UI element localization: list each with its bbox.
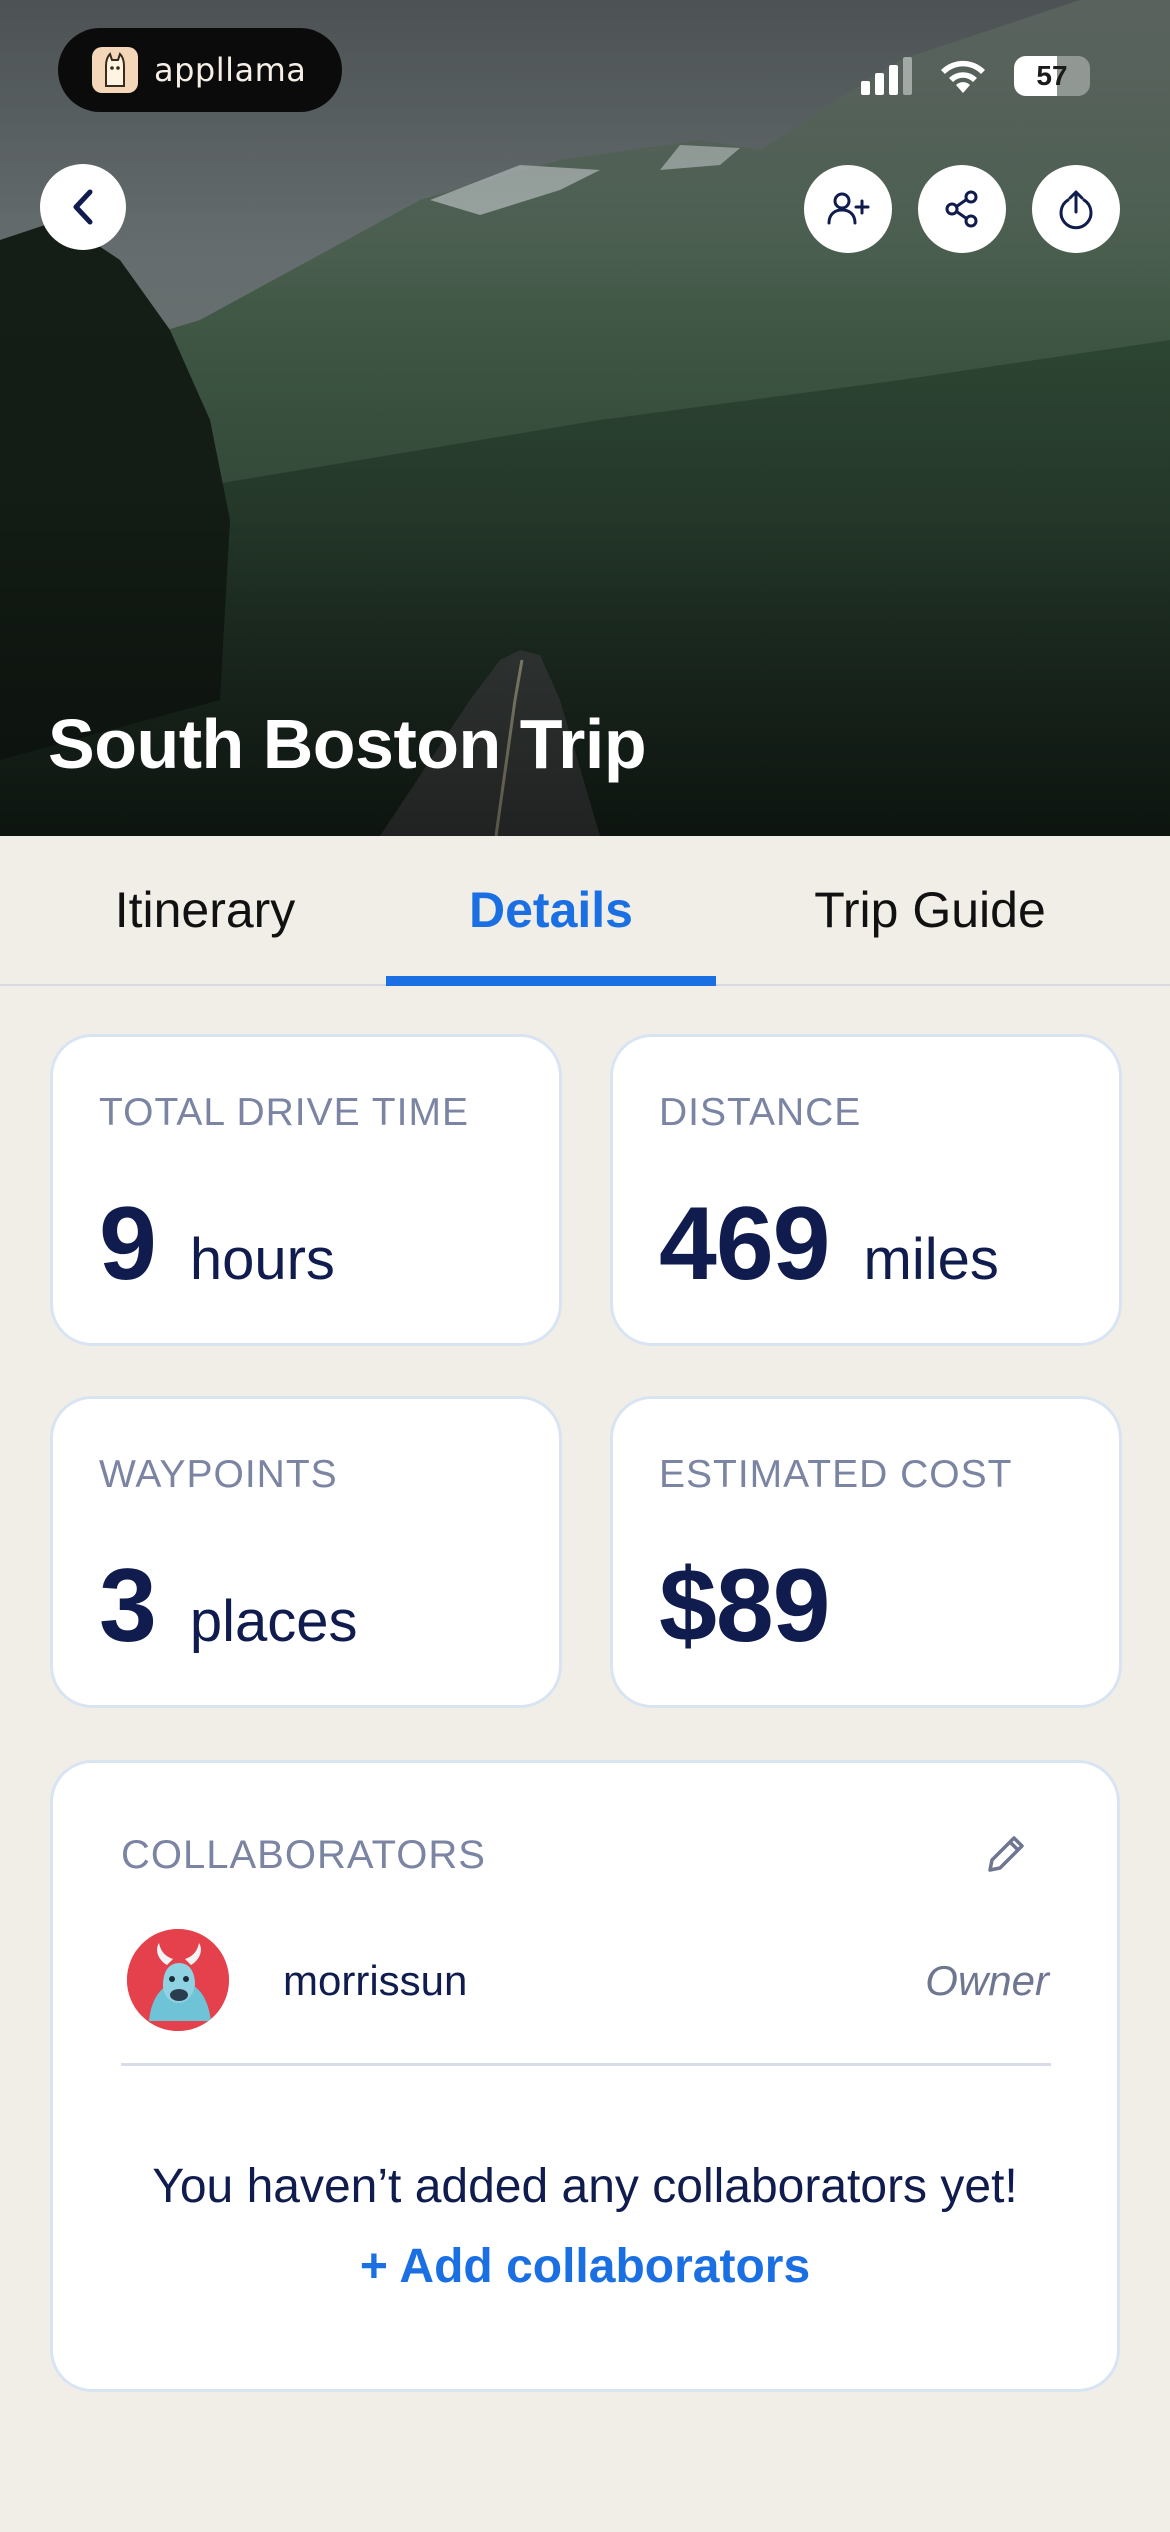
distance-unit: miles	[863, 1227, 999, 1292]
collaborator-role: Owner	[925, 1957, 1049, 2004]
drive-time-card: TOTAL DRIVE TIME 9 hours	[50, 1034, 562, 1346]
battery-percent: 57	[1036, 60, 1068, 91]
tab-itinerary[interactable]: Itinerary	[50, 836, 360, 984]
waypoints-card: WAYPOINTS 3 places	[50, 1396, 562, 1708]
battery-icon: 57	[1014, 56, 1090, 96]
add-collaborators-link[interactable]: + Add collaborators	[53, 2239, 1117, 2294]
share-icon	[945, 190, 978, 228]
estimated-cost-value: $89	[659, 1548, 831, 1664]
llama-icon	[92, 47, 138, 93]
stat-label: WAYPOINTS	[99, 1453, 338, 1496]
avatar	[127, 1929, 229, 2031]
waypoints-value: 3	[99, 1548, 157, 1664]
add-person-icon	[827, 192, 870, 225]
drive-time-unit: hours	[189, 1227, 335, 1292]
waypoints-unit: places	[189, 1589, 358, 1654]
distance-card: DISTANCE 469 miles	[610, 1034, 1122, 1346]
stat-label: TOTAL DRIVE TIME	[99, 1091, 469, 1134]
export-icon	[1059, 190, 1093, 230]
status-bar: 57	[861, 56, 1090, 96]
tab-trip-guide[interactable]: Trip Guide	[780, 836, 1080, 984]
estimated-cost-card: ESTIMATED COST $89	[610, 1396, 1122, 1708]
collaborators-heading: COLLABORATORS	[121, 1833, 486, 1877]
pencil-icon	[988, 1836, 1024, 1872]
signal-icon	[861, 57, 912, 95]
wifi-icon	[941, 60, 985, 93]
stat-label: DISTANCE	[659, 1091, 862, 1134]
share-button[interactable]	[918, 165, 1006, 253]
tab-bar: Itinerary Details Trip Guide	[0, 836, 1170, 986]
export-button[interactable]	[1032, 165, 1120, 253]
active-tab-indicator	[386, 976, 716, 986]
drive-time-value: 9	[99, 1186, 157, 1302]
brand-name: appllama	[154, 51, 307, 89]
back-button[interactable]	[40, 164, 126, 250]
back-icon	[73, 189, 93, 225]
divider	[121, 2063, 1051, 2066]
page-title: South Boston Trip	[48, 705, 647, 783]
add-person-button[interactable]	[804, 165, 892, 253]
brand-badge: appllama	[58, 28, 342, 112]
empty-collaborators-text: You haven’t added any collaborators yet!	[152, 2160, 1018, 2213]
edit-collaborators-button[interactable]	[971, 1819, 1041, 1889]
tab-details[interactable]: Details	[386, 836, 716, 984]
stat-label: ESTIMATED COST	[659, 1453, 1013, 1496]
collaborators-card: COLLABORATORS morrissun Owner You haven’…	[50, 1760, 1120, 2392]
distance-value: 469	[659, 1186, 831, 1302]
collaborator-username: morrissun	[283, 1957, 468, 2004]
